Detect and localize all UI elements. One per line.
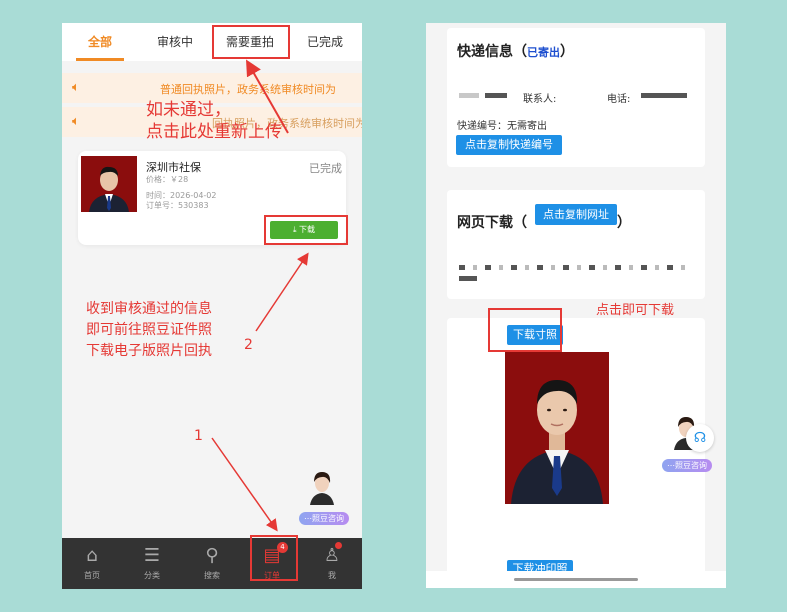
headset-icon[interactable]: ☊	[686, 424, 714, 452]
express-title-text: 快递信息（	[457, 44, 527, 60]
express-title: 快递信息（已寄出）	[457, 41, 574, 61]
annotation-click-download: 点击即可下载	[596, 303, 675, 318]
consult-label-text: 照豆咨询	[675, 461, 707, 470]
nav-search-label: 搜索	[204, 571, 220, 580]
id-photo	[505, 352, 609, 504]
web-download-title-text: 网页下载（	[457, 215, 527, 231]
redacted-url	[459, 265, 691, 270]
nav-home-label: 首页	[84, 571, 100, 580]
right-phone-screen: 快递信息（已寄出） 联系人: 电话: 快递编号：无需寄出 点击复制快递编号 网页…	[426, 23, 726, 588]
home-indicator-area	[426, 571, 726, 588]
search-icon: ⚲	[205, 545, 219, 566]
copy-url-button[interactable]: 点击复制网址	[535, 204, 617, 225]
web-download-title-end: ）	[617, 215, 631, 231]
nav-me-label: 我	[328, 571, 336, 580]
web-download-title: 网页下载（	[457, 212, 527, 232]
redacted-url	[459, 276, 477, 281]
user-icon: ♙	[323, 545, 341, 566]
consult-label[interactable]: ⋯照豆咨询	[299, 512, 349, 525]
phone-label: 电话:	[607, 94, 631, 105]
redacted-address	[485, 93, 507, 98]
highlight-box-order-nav	[250, 535, 298, 581]
home-icon: ⌂	[86, 545, 98, 566]
redacted-address	[459, 93, 479, 98]
highlight-box-download-photo	[488, 308, 562, 352]
consult-label-text: 照豆咨询	[312, 514, 344, 523]
home-indicator	[514, 578, 638, 581]
chat-icon: ⋯	[304, 514, 312, 523]
nav-search[interactable]: ⚲ 搜索	[182, 538, 242, 589]
nav-me[interactable]: ♙ 我	[302, 538, 362, 589]
consult-avatar[interactable]	[307, 467, 337, 505]
nav-home[interactable]: ⌂ 首页	[62, 538, 122, 589]
express-status: 已寄出	[527, 46, 560, 59]
nav-category[interactable]: ☰ 分类	[122, 538, 182, 589]
left-phone-screen: 全部 审核中 需要重拍 已完成 🔈︎ 普通回执照片，政务系统审核时间为 🔈︎ 回…	[62, 23, 362, 589]
chat-icon: ⋯	[667, 461, 675, 470]
tracking-number: 快递编号：无需寄出	[457, 121, 547, 132]
category-icon: ☰	[143, 545, 161, 566]
redacted-phone	[641, 93, 687, 98]
consult-label[interactable]: ⋯照豆咨询	[662, 459, 712, 472]
contact-label: 联系人:	[523, 94, 557, 105]
express-info-card: 快递信息（已寄出） 联系人: 电话: 快递编号：无需寄出 点击复制快递编号	[447, 28, 705, 167]
nav-category-label: 分类	[144, 571, 160, 580]
photo-download-card: 下载寸照 下载冲印照	[447, 318, 705, 588]
bottom-navigation: ⌂ 首页 ☰ 分类 ⚲ 搜索 ▤ 订单 4 ♙ 我	[62, 538, 362, 589]
web-download-card: 网页下载（ 点击复制网址 ）	[447, 190, 705, 299]
copy-tracking-button[interactable]: 点击复制快递编号	[456, 135, 562, 155]
notification-dot	[335, 542, 342, 549]
express-title-end: ）	[560, 44, 574, 60]
